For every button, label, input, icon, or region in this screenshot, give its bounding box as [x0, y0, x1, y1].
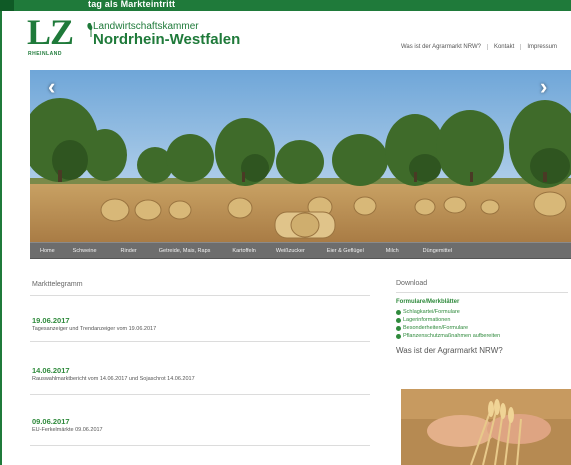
news-text[interactable]: EU-Ferkelmärkte 09.06.2017 — [32, 426, 362, 434]
hay-field-illustration — [30, 70, 571, 242]
window-title: tag als Markteintritt — [88, 0, 176, 9]
menu-item-kartoffeln[interactable]: Kartoffeln — [232, 248, 255, 254]
download-link-label[interactable]: Schlagkartei/Formulare — [403, 308, 460, 316]
main-menu-bar: Home Schweine Rinder Getreide, Mais, Rap… — [30, 242, 571, 259]
lz-logo[interactable]: LZ — [27, 14, 74, 50]
menu-item-duengemittel[interactable]: Düngemittel — [423, 248, 452, 254]
news-date[interactable]: 14.06.2017 — [32, 366, 362, 375]
top-navigation: Was ist der Agrarmarkt NRW? Kontakt Impr… — [395, 44, 563, 50]
section-divider — [30, 295, 370, 296]
leaf-icon — [87, 23, 93, 37]
download-divider — [396, 292, 568, 293]
section-title-marktelegramm: Markttelegramm — [32, 281, 83, 288]
news-item[interactable]: 19.06.2017 Tagesanzeiger und Trendanzeig… — [32, 316, 362, 333]
news-date[interactable]: 09.06.2017 — [32, 417, 362, 426]
grain-hands-illustration — [401, 389, 571, 465]
chamber-logo-line2: Nordrhein-Westfalen — [93, 31, 241, 48]
topnav-link-impressum[interactable]: Impressum — [520, 44, 563, 50]
chamber-logo[interactable]: Landwirtschaftskammer Nordrhein-Westfale… — [87, 21, 241, 48]
menu-item-milch[interactable]: Milch — [386, 248, 399, 254]
menu-item-eier-gefluegel[interactable]: Eier & Geflügel — [327, 248, 364, 254]
download-link[interactable]: Pflanzenschutzmaßnahmen aufbereiten — [396, 332, 571, 340]
bullet-icon — [396, 333, 401, 339]
agrarmarkt-heading: Was ist der Agrarmarkt NRW? — [396, 346, 503, 355]
download-link[interactable]: Schlagkartei/Formulare — [396, 308, 571, 316]
download-link-label[interactable]: Lagerinformationen — [403, 316, 450, 324]
grain-hands-photo[interactable] — [401, 389, 571, 465]
news-text[interactable]: Rauswahlmarktbericht vom 14.06.2017 und … — [32, 375, 362, 383]
menu-item-weisszucker[interactable]: Weißzucker — [276, 248, 305, 254]
menu-item-getreide[interactable]: Getreide, Mais, Raps — [159, 248, 211, 254]
download-title: Download — [396, 280, 428, 287]
forms-heading: Formulare/Merkblätter — [396, 299, 460, 305]
download-link-label[interactable]: Besonderheiten/Formulare — [403, 324, 468, 332]
download-sidebar: Download Formulare/Merkblätter Schlagkar… — [396, 280, 571, 355]
menu-item-home[interactable]: Home — [40, 248, 55, 254]
topnav-link-agrarmarkt[interactable]: Was ist der Agrarmarkt NRW? — [395, 44, 487, 50]
hero-slider-image — [30, 70, 571, 242]
download-link[interactable]: Besonderheiten/Formulare — [396, 324, 571, 332]
slider-prev-button[interactable]: ‹ — [48, 76, 62, 98]
news-text[interactable]: Tagesanzeiger und Trendanzeiger vom 19.0… — [32, 325, 362, 333]
news-date[interactable]: 19.06.2017 — [32, 316, 362, 325]
download-link[interactable]: Lagerinformationen — [396, 316, 571, 324]
menu-item-rinder[interactable]: Rinder — [121, 248, 137, 254]
news-item[interactable]: 09.06.2017 EU-Ferkelmärkte 09.06.2017 — [32, 417, 362, 434]
menu-item-schweine[interactable]: Schweine — [73, 248, 97, 254]
bullet-icon — [396, 325, 401, 331]
news-divider — [30, 341, 370, 342]
lz-logo-subtitle: RHEINLAND — [28, 51, 62, 57]
slider-next-button[interactable]: › — [540, 76, 554, 98]
topnav-link-kontakt[interactable]: Kontakt — [486, 44, 520, 50]
bullet-icon — [396, 309, 401, 315]
window-title-bar: tag als Markteintritt — [0, 0, 571, 11]
news-item[interactable]: 14.06.2017 Rauswahlmarktbericht vom 14.0… — [32, 366, 362, 383]
news-divider — [30, 394, 370, 395]
news-divider — [30, 445, 370, 446]
download-link-label[interactable]: Pflanzenschutzmaßnahmen aufbereiten — [403, 332, 500, 340]
title-bar-accent — [0, 0, 14, 11]
bullet-icon — [396, 317, 401, 323]
